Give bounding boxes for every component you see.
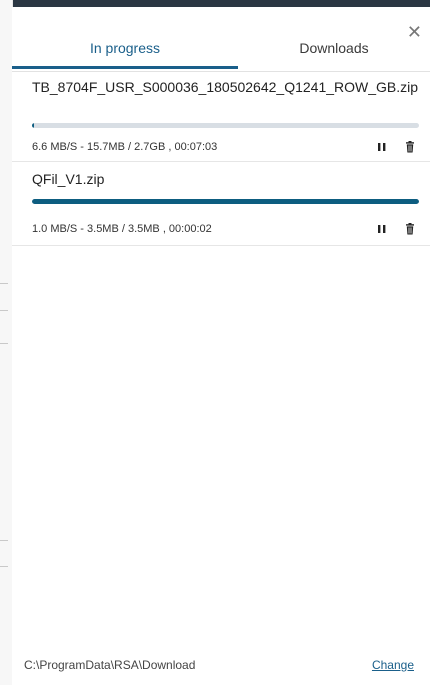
download-status: 6.6 MB/S - 15.7MB / 2.7GB , 00:07:03: [32, 141, 218, 153]
background-divider: [0, 283, 8, 284]
download-filename: QFil_V1.zip: [32, 171, 105, 187]
background-divider: [0, 566, 8, 567]
trash-icon[interactable]: [403, 222, 417, 236]
pause-icon[interactable]: [375, 140, 389, 154]
progress-bar: [32, 123, 419, 128]
background-divider: [0, 310, 8, 311]
download-filename: TB_8704F_USR_S000036_180502642_Q1241_ROW…: [32, 79, 419, 95]
background-divider: [0, 343, 8, 344]
tab-in-progress[interactable]: In progress: [12, 37, 238, 69]
tab-downloads[interactable]: Downloads: [238, 37, 430, 69]
progress-bar: [32, 199, 419, 204]
pause-icon[interactable]: [375, 222, 389, 236]
download-item: TB_8704F_USR_S000036_180502642_Q1241_ROW…: [12, 79, 430, 169]
tab-bar: In progress Downloads: [12, 37, 430, 72]
download-panel: ✕ In progress Downloads TB_8704F_USR_S00…: [12, 7, 430, 685]
download-item: QFil_V1.zip 1.0 MB/S - 3.5MB / 3.5MB , 0…: [12, 169, 430, 245]
download-status: 1.0 MB/S - 3.5MB / 3.5MB , 00:00:02: [32, 223, 212, 235]
trash-icon[interactable]: [403, 140, 417, 154]
item-divider: [12, 161, 430, 162]
background-divider: [0, 540, 8, 541]
progress-bar-fill: [32, 199, 419, 204]
item-divider: [12, 245, 430, 246]
background-app-titlebar: [0, 0, 430, 7]
progress-bar-fill: [32, 123, 35, 128]
download-path: C:\ProgramData\RSA\Download: [24, 658, 196, 672]
change-path-link[interactable]: Change: [372, 658, 414, 672]
